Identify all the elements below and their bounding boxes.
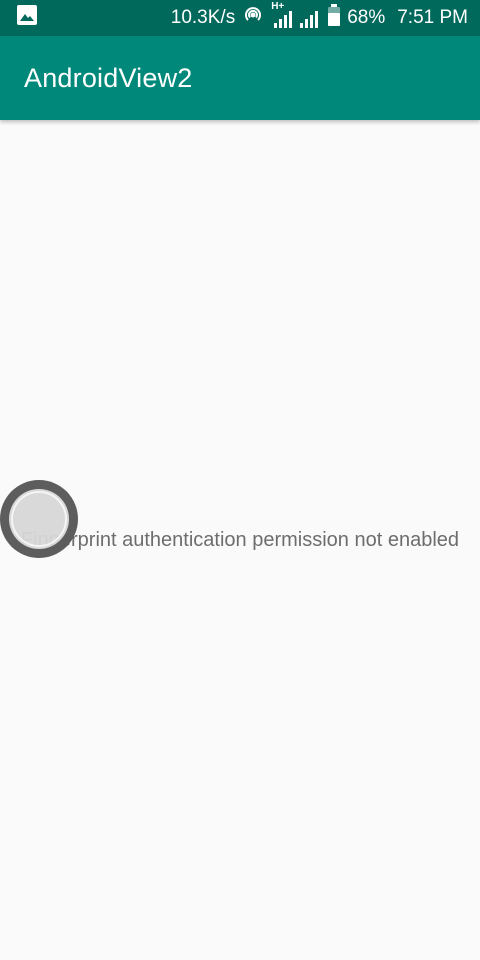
touch-indicator bbox=[0, 480, 78, 558]
battery-icon bbox=[327, 3, 341, 33]
net-speed: 10.3K/s bbox=[170, 7, 236, 28]
status-left bbox=[16, 4, 171, 32]
battery-percent: 68% bbox=[347, 7, 386, 28]
app-screen: 10.3K/s H+ 68% 7:51 PM AndroidView2 Fing… bbox=[0, 0, 480, 960]
hotspot-icon bbox=[241, 3, 265, 33]
signal-icon bbox=[300, 11, 319, 28]
app-bar: AndroidView2 bbox=[0, 36, 480, 120]
status-right: 10.3K/s H+ 68% 7:51 PM bbox=[170, 1, 468, 33]
image-icon bbox=[16, 4, 38, 32]
clock: 7:51 PM bbox=[397, 7, 468, 28]
main-content: Fingerprint authentication permission no… bbox=[0, 120, 480, 960]
signal-group: H+ bbox=[271, 1, 321, 31]
signal-icon bbox=[274, 11, 293, 28]
status-bar: 10.3K/s H+ 68% 7:51 PM bbox=[0, 0, 480, 36]
app-title: AndroidView2 bbox=[24, 62, 193, 93]
